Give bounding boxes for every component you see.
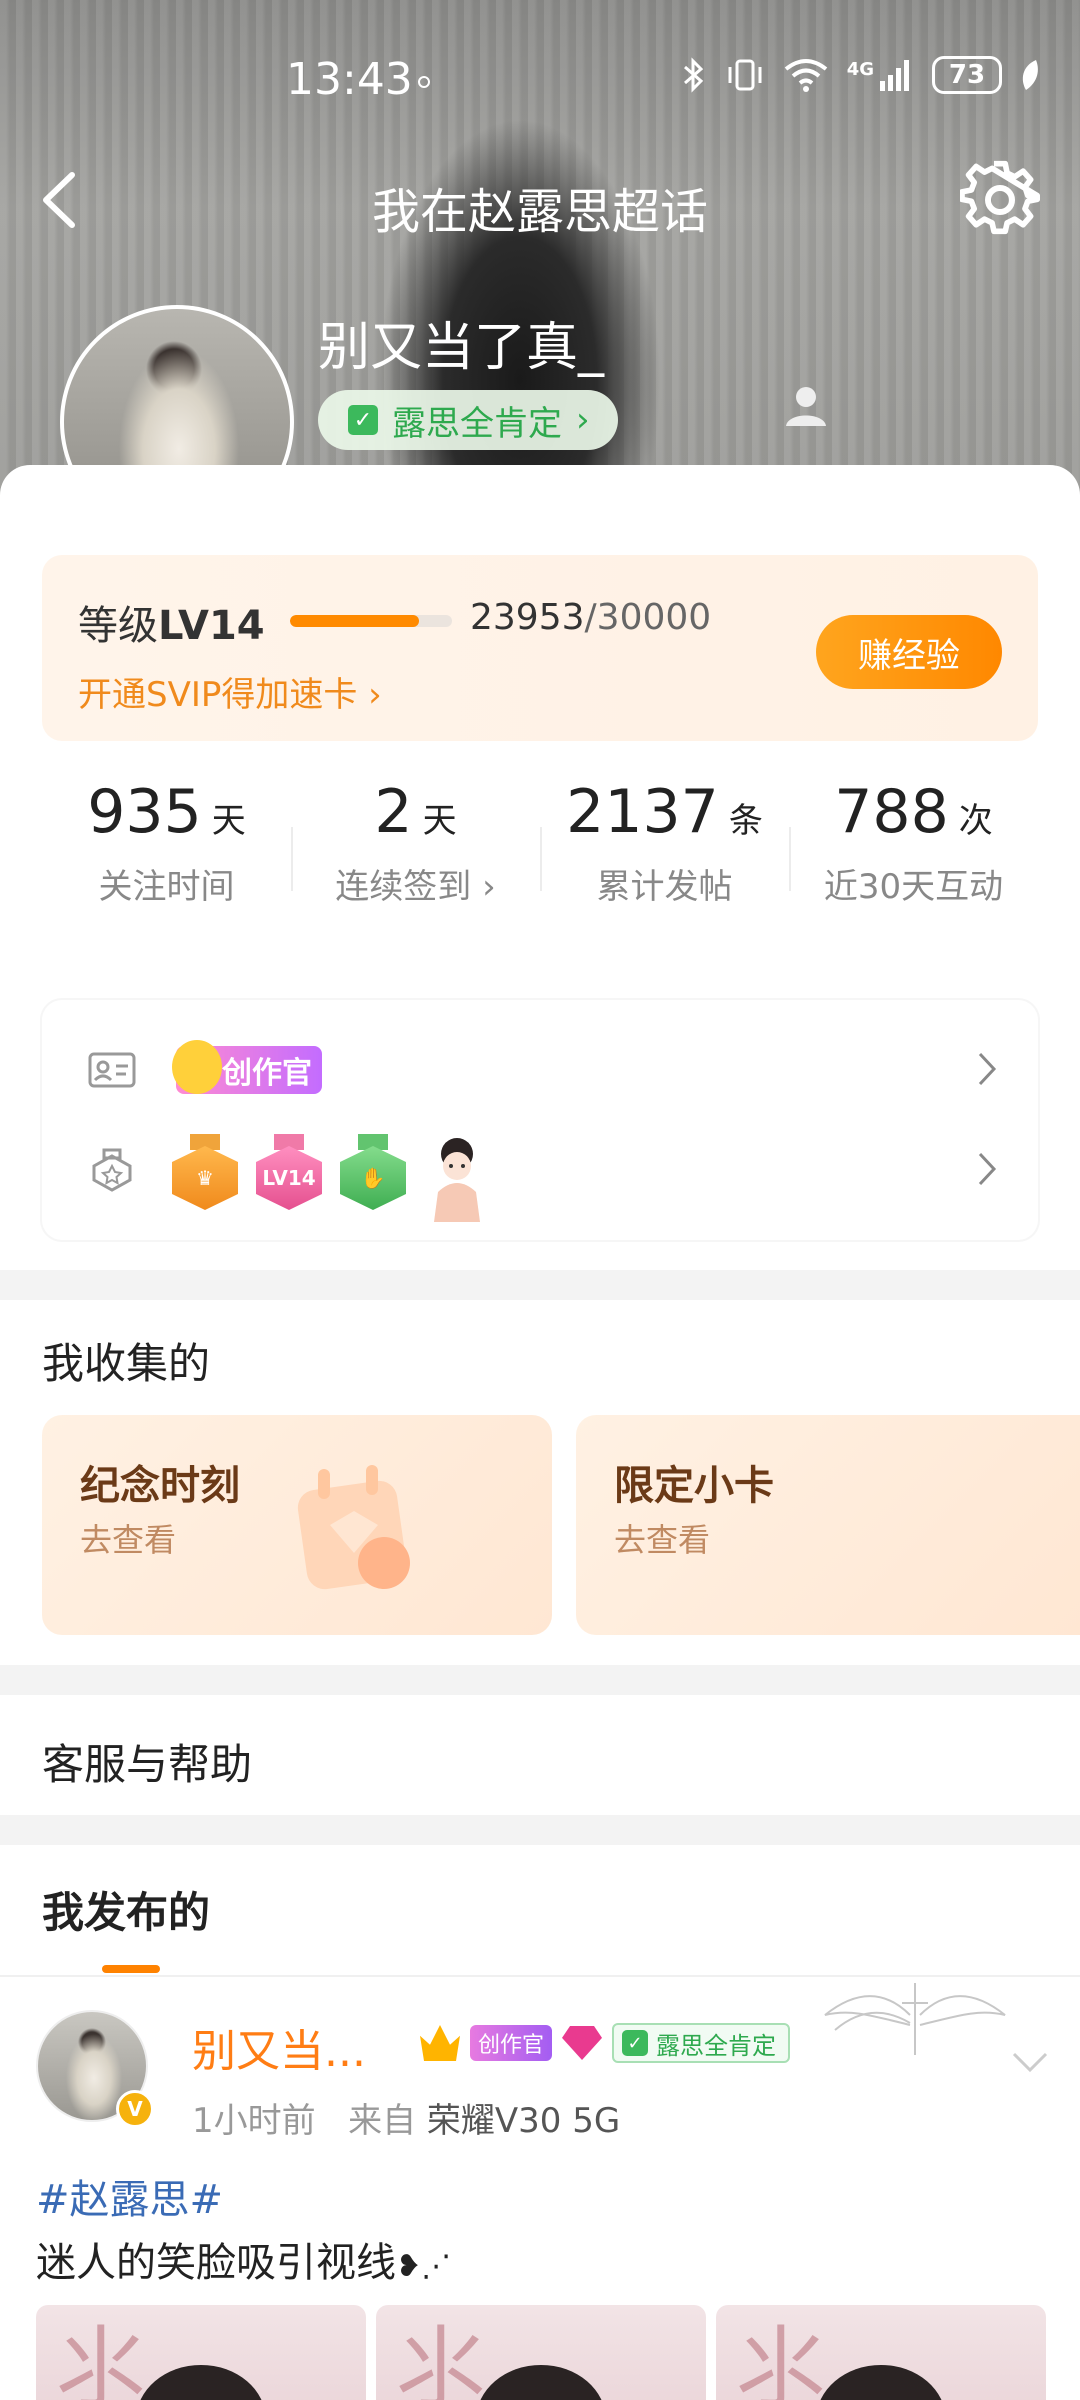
svip-promo-link[interactable]: 开通SVIP得加速卡 › [78,667,382,716]
fan-title-tag[interactable]: ✓ 露思全肯定 › [318,390,618,450]
verified-badge: V [116,2090,154,2128]
fan-title-label: 露思全肯定 [392,403,562,444]
gem-badge-icon [562,2026,603,2060]
post-image-1[interactable]: ⺢ [36,2305,366,2400]
crown-badge-icon [420,2025,460,2061]
post-time: 1小时前 [192,2101,316,2141]
medal-row[interactable]: ♛ LV14 ✋ [42,1120,1038,1222]
check-icon: ✓ [348,405,378,435]
network-type: 4G [846,58,874,80]
chevron-right-icon: › [576,400,590,440]
medal-character-icon [424,1134,490,1222]
level-prefix: 等级 [78,603,158,649]
level-panel: 等级LV14 23953/30000 开通SVIP得加速卡 › 赚经验 [42,555,1038,741]
notification-dot-icon [418,76,430,88]
username: 别又当了真_ [318,318,605,378]
exp-current: 23953 [470,597,585,638]
section-title: 客服与帮助 [42,1740,253,1789]
stat-label: 近30天互动 [823,867,1004,907]
medal-level-icon: LV14 [256,1134,322,1210]
medal-hand-icon: ✋ [340,1134,406,1210]
medal-crown-icon: ♛ [172,1134,238,1210]
stat-checkin-streak[interactable]: 2天 连续签到 › [291,777,540,927]
status-icons: 4G 73 [681,56,1040,94]
sparkle-emoji-icon: ❥⋰ [396,2249,452,2284]
person-icon[interactable] [784,384,828,428]
tab-my-posts[interactable]: 我发布的 [42,1879,210,1940]
angel-wings-decoration [824,1983,1006,2055]
badges-panel: 创作官 ♛ LV14 ✋ [42,1000,1038,1240]
stat-unit: 天 [211,801,246,841]
battery-indicator: 73 [932,56,1002,94]
leaf-icon [1022,60,1038,90]
page-title: 我在赵露思超话 [371,184,708,240]
collection-card-title: 纪念时刻 [80,1463,240,1509]
stat-label: 累计发帖 [596,867,733,907]
stats-row: 935 天 关注时间 2天 连续签到 › 2137 条 累计发帖 788 次 近30天… [42,777,1038,927]
post-text-content: 迷人的笑脸吸引视线 [36,2240,396,2286]
post-image-2[interactable]: ⺢ [376,2305,706,2400]
level-stats-card: 等级LV14 23953/30000 开通SVIP得加速卡 › 赚经验 935 天… [0,465,1080,1270]
stat-unit: 天 [422,801,457,841]
medal-level-text: LV14 [256,1146,322,1210]
creator-title-tag: 创作官 [172,1040,322,1094]
stat-interactions: 788 次 近30天互动 [789,777,1038,927]
title-badge-row[interactable]: 创作官 [42,1020,1038,1120]
medal-outline-icon [92,1148,132,1192]
creator-mascot-icon [172,1040,222,1094]
stat-label: 关注时间 [98,867,235,907]
post-from-label: 来自 [348,2101,417,2141]
post-device[interactable]: 荣耀V30 5G [427,2101,620,2141]
section-title: 我收集的 [42,1339,211,1388]
earn-exp-button[interactable]: 赚经验 [816,615,1002,689]
customer-service-row[interactable]: 客服与帮助 [0,1695,1080,1815]
status-time: 13:43 [286,54,413,105]
stat-unit: 次 [958,801,993,841]
exp-count: 23953/30000 [470,597,711,638]
wifi-icon [784,59,827,92]
exp-progress-bar [290,615,452,627]
check-icon: ✓ [622,2030,649,2056]
collection-card-moments[interactable]: 纪念时刻 去查看 [42,1415,552,1635]
post-meta: 1小时前 来自 荣耀V30 5G [192,2093,620,2142]
post-hashtag[interactable]: #赵露思# [36,2167,223,2225]
stat-number: 2 [374,777,413,847]
vibrate-icon [728,59,762,91]
creator-badge: 创作官 [470,2025,553,2061]
exp-progress-fill [290,615,420,627]
author-badges: 创作官 ✓ 露思全肯定 [420,2023,791,2063]
creator-tag-label: 创作官 [222,1056,312,1091]
fan-title-label: 露思全肯定 [656,2031,777,2060]
tab-indicator [102,1965,160,1973]
collection-card-limited[interactable]: 限定小卡 去查看 [576,1415,1080,1635]
chevron-down-icon[interactable] [1010,2050,1050,2074]
post-text: 迷人的笑脸吸引视线❥⋰ [36,2230,451,2288]
signal-icon [880,60,909,91]
chevron-right-icon [978,1052,997,1086]
fan-title-badge: ✓ 露思全肯定 [612,2023,791,2063]
my-posts-section: 我发布的 V 别又当... 创作官 ✓ 露思全肯定 1小时前 来自 荣耀V30 … [0,1845,1080,2400]
status-bar: 13:43 4G 73 [0,50,1080,110]
collection-card-title: 限定小卡 [614,1463,774,1509]
bluetooth-icon [683,57,703,93]
stat-total-posts: 2137 条 累计发帖 [540,777,789,927]
collection-card-sub: 去查看 [80,1521,177,1559]
stat-label: 连续签到 › [335,867,496,907]
stat-follow-days: 935 天 关注时间 [42,777,291,927]
collection-card-sub: 去查看 [614,1521,711,1559]
stat-number: 2137 [566,777,719,847]
stat-number: 788 [834,777,949,847]
my-collections-section: 我收集的 纪念时刻 去查看 限定小卡 去查看 [0,1300,1080,1665]
id-card-icon [88,1052,136,1088]
chevron-right-icon [978,1152,997,1186]
level-value: LV14 [158,603,265,649]
level-label: 等级LV14 [78,593,265,651]
stat-unit: 条 [728,801,763,841]
exp-total: /30000 [584,597,712,638]
calendar-heart-icon [297,1465,410,1590]
post-image-3[interactable]: ⺢ [716,2305,1046,2400]
post-author-name[interactable]: 别又当... [192,2015,366,2079]
settings-gear-icon[interactable] [960,160,1040,240]
stat-number: 935 [87,777,202,847]
